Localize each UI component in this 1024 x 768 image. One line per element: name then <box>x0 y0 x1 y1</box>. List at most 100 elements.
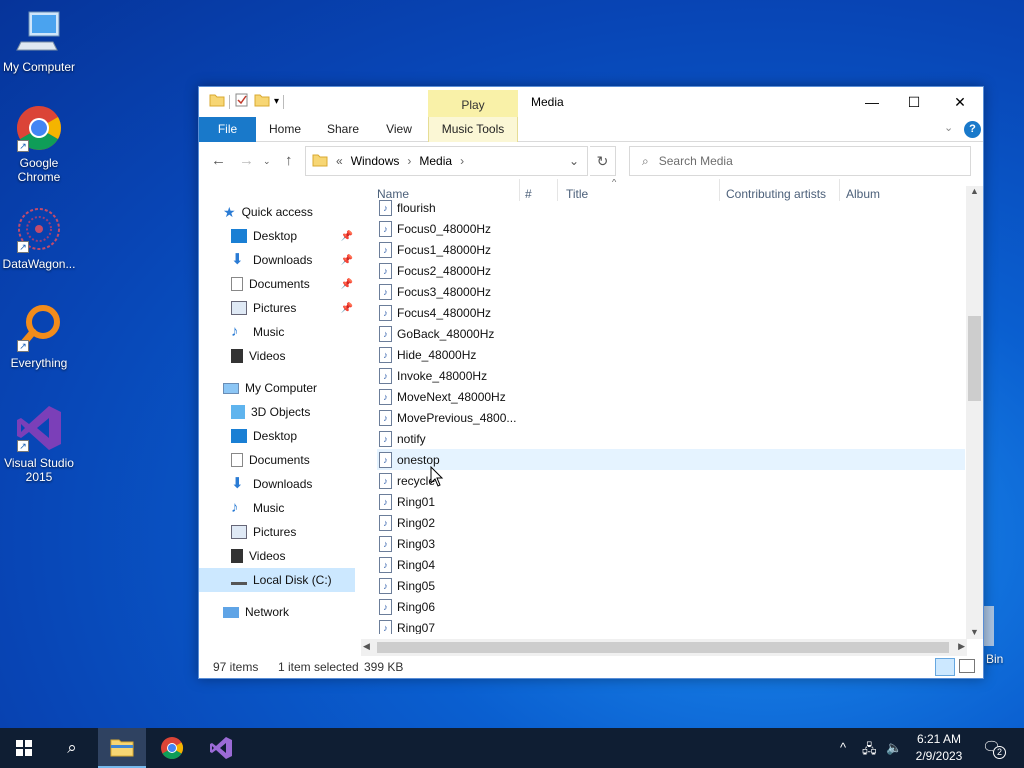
nav-documents[interactable]: Documents <box>231 449 353 471</box>
start-button[interactable] <box>0 728 48 768</box>
back-arrow-icon[interactable]: ← <box>211 152 226 169</box>
nav-quick-pictures[interactable]: Pictures 📌 <box>231 297 353 319</box>
close-button[interactable]: ✕ <box>937 87 983 117</box>
address-bar[interactable]: « Windows › Media › ⌄ <box>305 146 588 176</box>
taskbar-search-button[interactable]: ⌕ <box>48 728 96 768</box>
system-clock[interactable]: 6:21 AM 2/9/2023 <box>906 731 972 765</box>
nav-downloads[interactable]: ⬇ Downloads <box>231 473 353 495</box>
file-row[interactable]: ♪ Ring01 <box>377 491 965 512</box>
desktop-icon-chrome[interactable]: ↗ Google Chrome <box>0 104 78 184</box>
clock-time: 6:21 AM <box>916 732 962 746</box>
pin-icon[interactable]: 📌 <box>341 279 353 290</box>
pin-icon[interactable]: 📌 <box>341 303 353 314</box>
nav-quick-access[interactable]: ★ Quick access <box>223 201 353 223</box>
search-box[interactable]: ⌕ Search Media <box>629 146 971 176</box>
minimize-button[interactable]: — <box>849 87 895 117</box>
expand-ribbon-chevron-icon[interactable]: ⌄ <box>944 121 953 134</box>
properties-check-icon[interactable] <box>234 93 250 110</box>
maximize-button[interactable]: ☐ <box>891 87 937 117</box>
nav-local-disk[interactable]: Local Disk (C:) <box>199 568 355 592</box>
up-arrow-icon[interactable]: ↑ <box>285 152 293 169</box>
nav-desktop[interactable]: Desktop <box>231 425 353 447</box>
new-folder-icon[interactable] <box>254 93 270 110</box>
address-dropdown-chevron-icon[interactable]: ⌄ <box>569 154 579 168</box>
show-hidden-icons-chevron-icon[interactable]: ^ <box>840 740 846 755</box>
file-row[interactable]: ♪ MoveNext_48000Hz <box>377 386 965 407</box>
desktop-icon-my-computer[interactable]: My Computer <box>0 8 78 74</box>
tab-share[interactable]: Share <box>321 117 365 142</box>
action-center-button[interactable]: 🗨 2 <box>982 738 1006 759</box>
file-row[interactable]: ♪ Ring04 <box>377 554 965 575</box>
desktop-icon-visual-studio[interactable]: ↗ Visual Studio 2015 <box>0 404 78 484</box>
audio-file-icon: ♪ <box>379 430 392 447</box>
taskbar-visual-studio[interactable] <box>197 728 245 768</box>
nav-quick-music[interactable]: ♪ Music <box>231 321 353 343</box>
breadcrumb-windows[interactable]: Windows <box>351 154 400 168</box>
file-row[interactable]: ♪ notify <box>377 428 965 449</box>
pin-icon[interactable]: 📌 <box>341 231 353 242</box>
taskbar-chrome[interactable] <box>148 728 196 768</box>
refresh-button[interactable]: ↻ <box>590 146 616 176</box>
nav-my-computer[interactable]: My Computer <box>223 377 353 399</box>
pin-icon[interactable]: 📌 <box>341 255 353 266</box>
contextual-tab-play[interactable]: Play <box>428 90 518 117</box>
file-row[interactable]: ♪ Ring02 <box>377 512 965 533</box>
file-row[interactable]: ♪ Ring06 <box>377 596 965 617</box>
tab-view[interactable]: View <box>379 117 419 142</box>
nav-label: Music <box>253 501 285 515</box>
file-row[interactable]: ♪ recycle <box>377 470 965 491</box>
nav-3d-objects[interactable]: 3D Objects <box>231 401 353 423</box>
tab-home[interactable]: Home <box>263 117 307 142</box>
audio-file-icon: ♪ <box>379 451 392 468</box>
large-icons-view-icon[interactable] <box>959 659 975 673</box>
nav-network[interactable]: Network <box>223 601 353 623</box>
scroll-left-arrow-icon[interactable]: ◀ <box>363 641 370 652</box>
nav-music[interactable]: ♪ Music <box>231 497 353 519</box>
nav-quick-desktop[interactable]: Desktop 📌 <box>231 225 353 247</box>
file-row[interactable]: ♪ Ring03 <box>377 533 965 554</box>
breadcrumb-separator-icon[interactable]: › <box>460 154 464 168</box>
network-tray-icon[interactable]: 🖧 <box>862 740 877 762</box>
file-row[interactable]: ♪ Ring07 <box>377 617 965 634</box>
file-row[interactable]: ♪ Focus4_48000Hz <box>377 302 965 323</box>
vertical-scrollbar[interactable]: ▲ ▼ <box>966 186 983 639</box>
desktop-icon-everything[interactable]: ↗ Everything <box>0 304 78 370</box>
breadcrumb-overflow[interactable]: « <box>336 154 343 168</box>
volume-icon[interactable]: 🔈 <box>886 740 902 756</box>
nav-pictures[interactable]: Pictures <box>231 521 353 543</box>
file-row[interactable]: ♪ Focus2_48000Hz <box>377 260 965 281</box>
tab-file[interactable]: File <box>199 117 256 142</box>
forward-arrow-icon[interactable]: → <box>239 152 254 169</box>
nav-quick-documents[interactable]: Documents 📌 <box>231 273 353 295</box>
customize-toolbar-dropdown-icon[interactable]: ▾ <box>274 96 279 107</box>
details-view-icon[interactable] <box>935 658 955 676</box>
file-row[interactable]: ♪ MovePrevious_4800... <box>377 407 965 428</box>
file-row[interactable]: ♪ Focus3_48000Hz <box>377 281 965 302</box>
file-row[interactable]: ♪ Hide_48000Hz <box>377 344 965 365</box>
file-row[interactable]: ♪ Ring05 <box>377 575 965 596</box>
vertical-scroll-thumb[interactable] <box>968 316 981 401</box>
file-row[interactable]: ♪ GoBack_48000Hz <box>377 323 965 344</box>
breadcrumb-separator-icon[interactable]: › <box>407 154 411 168</box>
nav-quick-videos[interactable]: Videos <box>231 345 353 367</box>
help-icon[interactable]: ? <box>964 121 981 138</box>
file-row[interactable]: ♪ Focus0_48000Hz <box>377 218 965 239</box>
horizontal-scroll-thumb[interactable] <box>377 642 949 653</box>
nav-videos[interactable]: Videos <box>231 545 353 567</box>
windows-logo-icon <box>16 740 32 756</box>
file-row[interactable]: ♪ flourish <box>377 197 965 218</box>
file-row[interactable]: ♪ onestop <box>377 449 965 470</box>
scroll-up-arrow-icon[interactable]: ▲ <box>970 186 979 196</box>
taskbar-file-explorer[interactable] <box>98 728 146 768</box>
file-row[interactable]: ♪ Focus1_48000Hz <box>377 239 965 260</box>
file-row[interactable]: ♪ Invoke_48000Hz <box>377 365 965 386</box>
recent-locations-chevron-icon[interactable]: ⌄ <box>263 156 271 167</box>
folder-icon <box>209 93 225 110</box>
scroll-down-arrow-icon[interactable]: ▼ <box>970 627 979 637</box>
breadcrumb-media[interactable]: Media <box>419 154 452 168</box>
scroll-right-arrow-icon[interactable]: ▶ <box>958 641 965 652</box>
horizontal-scrollbar[interactable]: ◀ ▶ <box>361 639 967 656</box>
nav-quick-downloads[interactable]: ⬇ Downloads 📌 <box>231 249 353 271</box>
desktop-icon-datawagon[interactable]: ↗ DataWagon... <box>0 205 78 271</box>
tab-music-tools[interactable]: Music Tools <box>428 117 518 142</box>
